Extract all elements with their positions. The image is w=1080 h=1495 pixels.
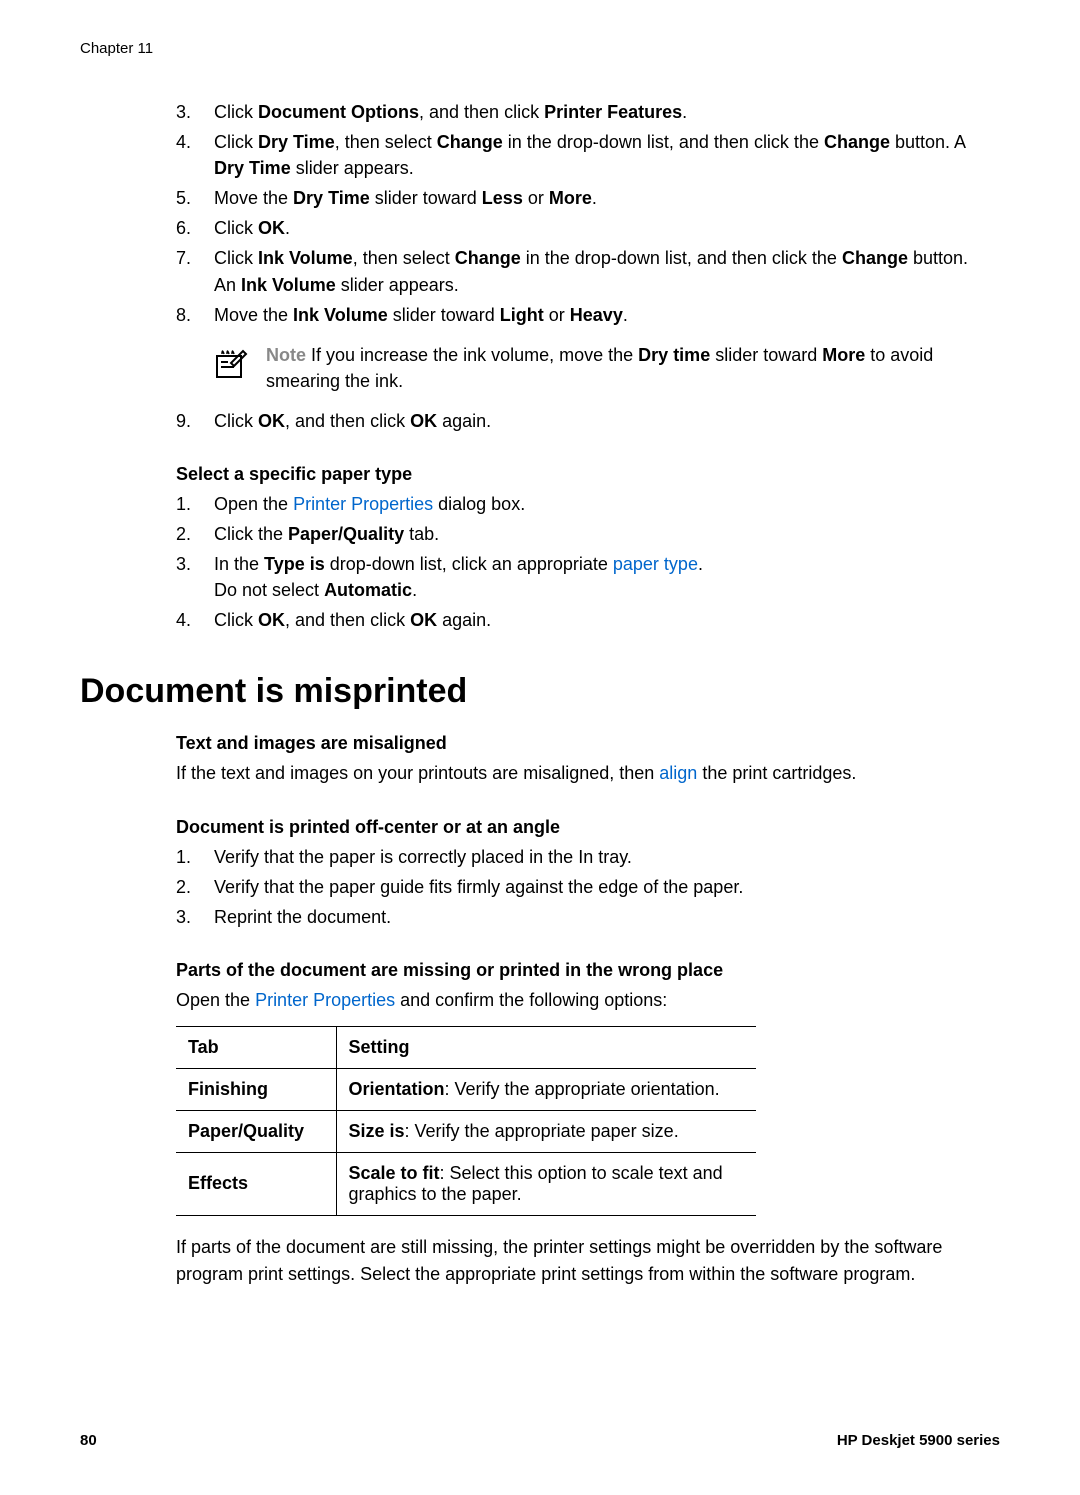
table-cell: Effects: [176, 1152, 336, 1215]
step-number: 1.: [176, 491, 214, 517]
step-text: Move the Dry Time slider toward Less or …: [214, 185, 980, 211]
step-number: 2.: [176, 874, 214, 900]
note-text: Note If you increase the ink volume, mov…: [266, 342, 980, 394]
note-label: Note: [266, 345, 306, 365]
table-cell: Paper/Quality: [176, 1110, 336, 1152]
note-block: Note If you increase the ink volume, mov…: [214, 342, 980, 394]
list-item: 9. Click OK, and then click OK again.: [176, 408, 980, 434]
link-printer-properties[interactable]: Printer Properties: [293, 494, 433, 514]
page-number: 80: [80, 1432, 97, 1449]
list-item: 3. In the Type is drop-down list, click …: [176, 551, 980, 603]
subheading: Parts of the document are missing or pri…: [176, 960, 980, 981]
table-header-row: Tab Setting: [176, 1026, 756, 1068]
step-text: Click OK.: [214, 215, 980, 241]
steps-list-c: 1.Verify that the paper is correctly pla…: [176, 844, 980, 930]
list-item: 8. Move the Ink Volume slider toward Lig…: [176, 302, 980, 328]
subheading: Document is printed off-center or at an …: [176, 817, 980, 838]
table-row: Finishing Orientation: Verify the approp…: [176, 1068, 756, 1110]
table-cell: Size is: Verify the appropriate paper si…: [336, 1110, 756, 1152]
table-row: Effects Scale to fit: Select this option…: [176, 1152, 756, 1215]
step-number: 4.: [176, 607, 214, 633]
table-cell: Scale to fit: Select this option to scal…: [336, 1152, 756, 1215]
table-row: Paper/Quality Size is: Verify the approp…: [176, 1110, 756, 1152]
table-cell: Finishing: [176, 1068, 336, 1110]
paragraph: Open the Printer Properties and confirm …: [176, 987, 980, 1014]
page-content: 3. Click Document Options, and then clic…: [176, 99, 980, 634]
step-number: 4.: [176, 129, 214, 181]
step-number: 5.: [176, 185, 214, 211]
link-align[interactable]: align: [659, 763, 697, 783]
table-header: Setting: [336, 1026, 756, 1068]
settings-table: Tab Setting Finishing Orientation: Verif…: [176, 1026, 756, 1216]
list-item: 2. Click the Paper/Quality tab.: [176, 521, 980, 547]
step-text: In the Type is drop-down list, click an …: [214, 551, 980, 603]
step-text: Click Ink Volume, then select Change in …: [214, 245, 980, 297]
step-number: 3.: [176, 551, 214, 603]
list-item: 6. Click OK.: [176, 215, 980, 241]
table-header: Tab: [176, 1026, 336, 1068]
step-text: Verify that the paper is correctly place…: [214, 844, 980, 870]
step-text: Move the Ink Volume slider toward Light …: [214, 302, 980, 328]
step-text: Click Document Options, and then click P…: [214, 99, 980, 125]
step-text: Click OK, and then click OK again.: [214, 607, 980, 633]
step-text: Click OK, and then click OK again.: [214, 408, 980, 434]
paragraph: If the text and images on your printouts…: [176, 760, 980, 787]
list-item: 7. Click Ink Volume, then select Change …: [176, 245, 980, 297]
product-model: HP Deskjet 5900 series: [837, 1432, 1000, 1449]
page-footer: 80 HP Deskjet 5900 series: [80, 1432, 1000, 1449]
table-cell: Orientation: Verify the appropriate orie…: [336, 1068, 756, 1110]
link-paper-type[interactable]: paper type: [613, 554, 698, 574]
page-content-b: Text and images are misaligned If the te…: [176, 733, 980, 1288]
paragraph: If parts of the document are still missi…: [176, 1234, 980, 1288]
list-item: 1. Open the Printer Properties dialog bo…: [176, 491, 980, 517]
chapter-label: Chapter 11: [80, 40, 1000, 57]
step-number: 1.: [176, 844, 214, 870]
step-number: 3.: [176, 904, 214, 930]
step-number: 2.: [176, 521, 214, 547]
step-text: Click the Paper/Quality tab.: [214, 521, 980, 547]
subheading: Text and images are misaligned: [176, 733, 980, 754]
step-number: 7.: [176, 245, 214, 297]
list-item: 3. Click Document Options, and then clic…: [176, 99, 980, 125]
link-printer-properties[interactable]: Printer Properties: [255, 990, 395, 1010]
step-number: 6.: [176, 215, 214, 241]
step-text: Reprint the document.: [214, 904, 980, 930]
step-text: Verify that the paper guide fits firmly …: [214, 874, 980, 900]
step-text: Open the Printer Properties dialog box.: [214, 491, 980, 517]
note-icon: [214, 344, 250, 380]
step-text: Click Dry Time, then select Change in th…: [214, 129, 980, 181]
list-item: 2.Verify that the paper guide fits firml…: [176, 874, 980, 900]
list-item: 4. Click OK, and then click OK again.: [176, 607, 980, 633]
step-number: 3.: [176, 99, 214, 125]
step-number: 9.: [176, 408, 214, 434]
section-heading: Document is misprinted: [80, 672, 1000, 711]
step-number: 8.: [176, 302, 214, 328]
list-item: 3.Reprint the document.: [176, 904, 980, 930]
list-item: 4. Click Dry Time, then select Change in…: [176, 129, 980, 181]
list-item: 1.Verify that the paper is correctly pla…: [176, 844, 980, 870]
subheading: Select a specific paper type: [176, 464, 980, 485]
steps-list-a-cont: 9. Click OK, and then click OK again.: [176, 408, 980, 434]
list-item: 5. Move the Dry Time slider toward Less …: [176, 185, 980, 211]
steps-list-b: 1. Open the Printer Properties dialog bo…: [176, 491, 980, 633]
steps-list-a: 3. Click Document Options, and then clic…: [176, 99, 980, 328]
